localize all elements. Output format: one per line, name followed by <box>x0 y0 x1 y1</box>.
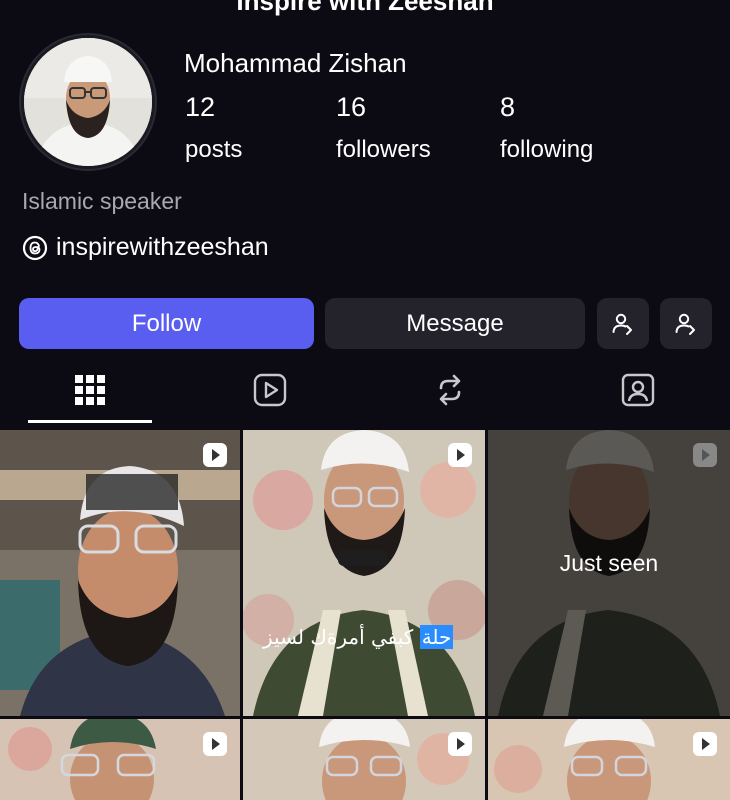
tab-reels[interactable] <box>208 364 332 416</box>
add-person-icon <box>612 313 632 335</box>
post-thumbnail[interactable] <box>0 719 240 800</box>
profile-bio: Islamic speaker <box>22 188 182 214</box>
reel-badge-icon <box>203 732 227 756</box>
active-tab-indicator <box>28 420 152 423</box>
caption-highlight: حلة <box>419 625 454 649</box>
post-thumbnail[interactable] <box>0 430 240 716</box>
tagged-icon <box>621 373 655 407</box>
add-person-icon <box>675 313 695 335</box>
more-options-button[interactable] <box>660 298 712 349</box>
suggested-accounts-button[interactable] <box>597 298 649 349</box>
threads-handle: inspirewithzeeshan <box>56 233 269 261</box>
post-image <box>0 430 240 716</box>
just-seen-label: Just seen <box>559 550 659 576</box>
stat-followers[interactable]: 16 followers <box>336 92 431 164</box>
post-thumbnail[interactable]: Just seen <box>488 430 730 716</box>
post-thumbnail[interactable] <box>488 719 730 800</box>
follow-button[interactable]: Follow <box>19 298 314 349</box>
following-count: 8 <box>500 92 516 122</box>
post-caption-arabic: حلة كبفي أمرةك لسيز <box>263 625 454 649</box>
message-button[interactable]: Message <box>325 298 585 349</box>
reels-icon <box>253 373 287 407</box>
caption-text: كبفي أمرةك لسيز <box>263 625 414 649</box>
reel-badge-icon <box>448 443 472 467</box>
post-thumbnail[interactable]: حلة كبفي أمرةك لسيز <box>243 430 485 716</box>
reel-badge-icon <box>448 732 472 756</box>
header-title: Inspire with Zeeshan <box>236 0 494 16</box>
posts-grid: حلة كبفي أمرةك لسيز Just seen <box>0 430 730 800</box>
avatar-image <box>24 38 152 166</box>
followers-label: followers <box>336 136 431 163</box>
tab-posts-grid[interactable] <box>28 364 152 416</box>
reel-badge-icon <box>693 443 717 467</box>
stat-following[interactable]: 8 following <box>500 92 593 164</box>
threads-link[interactable]: inspirewithzeeshan <box>22 233 269 262</box>
profile-name: Mohammad Zishan <box>184 48 407 78</box>
posts-count: 12 <box>185 92 216 122</box>
tab-tagged[interactable] <box>576 364 700 416</box>
threads-icon <box>22 235 48 260</box>
profile-tabs <box>0 364 730 424</box>
reel-badge-icon <box>693 732 717 756</box>
tab-reposts[interactable] <box>388 364 512 416</box>
post-image <box>243 430 485 716</box>
post-thumbnail[interactable] <box>243 719 485 800</box>
profile-avatar[interactable] <box>21 35 155 169</box>
followers-count: 16 <box>336 92 367 122</box>
grid-icon <box>75 375 105 405</box>
following-label: following <box>500 136 594 163</box>
posts-label: posts <box>185 136 243 163</box>
stat-posts[interactable]: 12 posts <box>185 92 242 164</box>
reposts-icon <box>439 374 461 406</box>
reel-badge-icon <box>203 443 227 467</box>
